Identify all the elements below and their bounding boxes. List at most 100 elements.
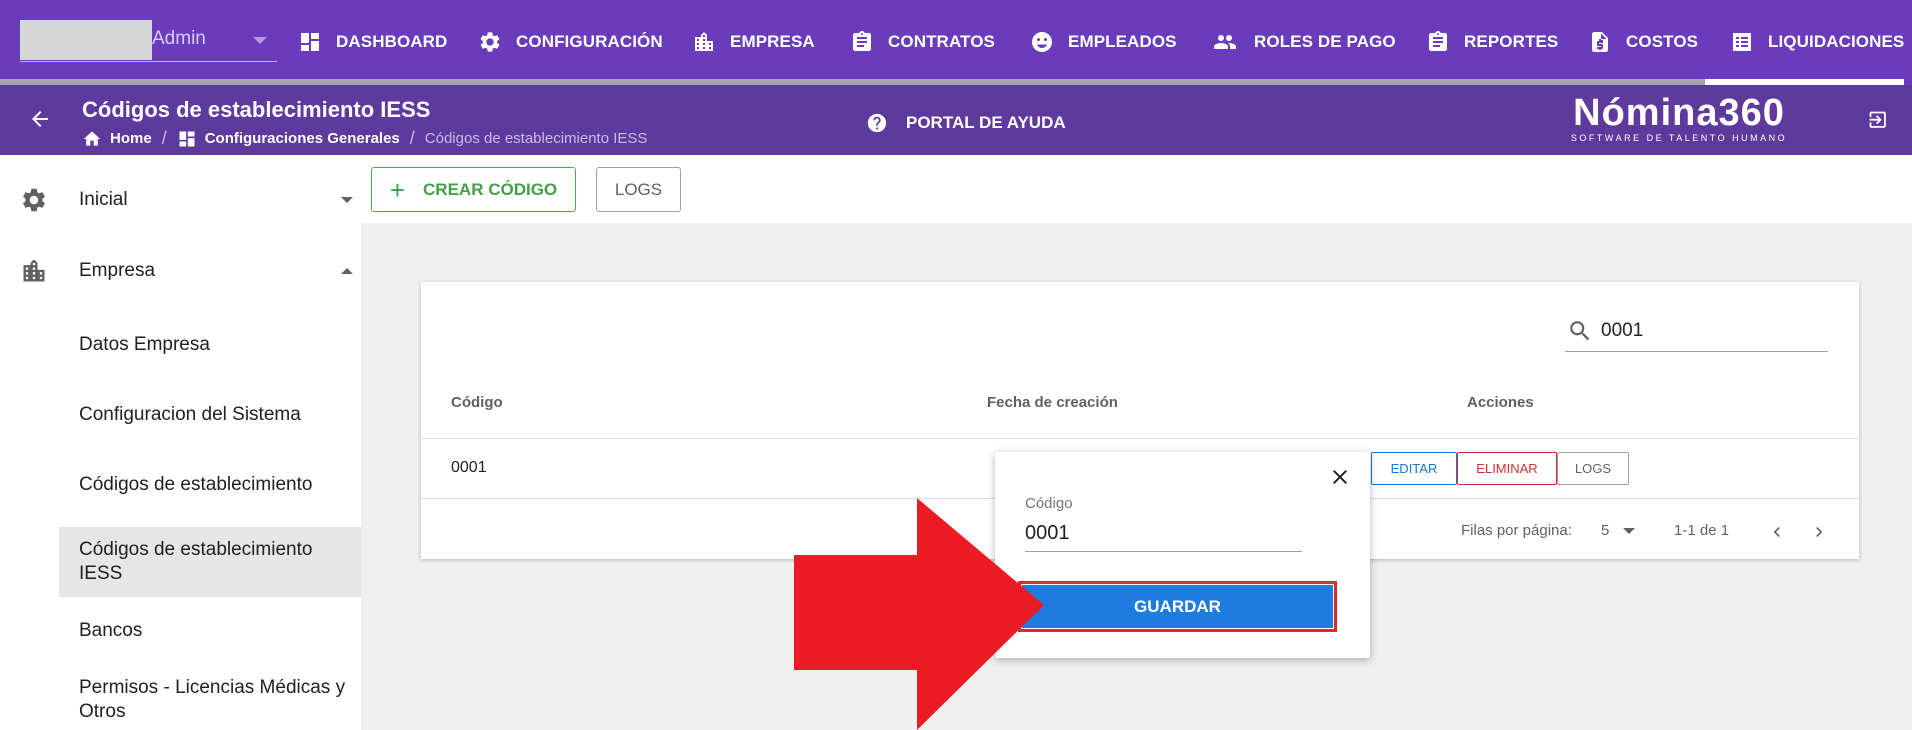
sidebar-item-label: Permisos - Licencias Médicas y Otros	[79, 677, 346, 722]
column-header-created[interactable]: Fecha de creación	[987, 394, 1118, 411]
sidebar-item-label: Configuracion del Sistema	[79, 404, 301, 425]
gear-icon	[23, 188, 45, 212]
cell-code: 0001	[451, 459, 487, 476]
nav-item-label: EMPRESA	[730, 32, 815, 51]
sidebar-group-inicial[interactable]: Inicial	[0, 172, 361, 228]
nav-item-label: DASHBOARD	[336, 32, 448, 51]
chevron-down-icon	[1623, 527, 1636, 534]
invoice-icon	[1592, 32, 1608, 52]
code-input[interactable]	[1025, 516, 1302, 552]
chevron-left-icon[interactable]	[1767, 522, 1787, 542]
column-header-code[interactable]: Código	[451, 394, 503, 411]
nav-item-label: REPORTES	[1464, 32, 1559, 51]
close-icon[interactable]	[1328, 465, 1352, 489]
sidebar-item-label: Datos Empresa	[79, 334, 210, 355]
nav-item-configuracion[interactable]: CONFIGURACIÓN	[478, 22, 663, 62]
nav-item-label: COSTOS	[1626, 32, 1699, 51]
help-label: PORTAL DE AYUDA	[906, 113, 1066, 132]
rows-per-page-select[interactable]: 5	[1601, 522, 1636, 539]
nav-item-label: EMPLEADOS	[1068, 32, 1177, 51]
gear-icon	[480, 32, 500, 52]
delete-label: ELIMINAR	[1476, 461, 1538, 476]
nav-item-label: CONFIGURACIÓN	[516, 32, 663, 51]
logo-text: Nómina360	[1573, 92, 1785, 134]
column-header-actions: Acciones	[1467, 394, 1534, 411]
nav-item-dashboard[interactable]: DASHBOARD	[298, 22, 447, 62]
edit-button[interactable]: EDITAR	[1371, 452, 1457, 485]
dashboard-icon	[301, 33, 319, 51]
sidebar-group-label: Inicial	[79, 189, 128, 210]
chevron-down-icon[interactable]	[253, 37, 267, 44]
user-avatar-redacted	[20, 20, 152, 60]
brand-logo: Nómina360 SOFTWARE DE TALENTO HUMANO	[1568, 93, 1790, 143]
search-icon	[1570, 320, 1590, 340]
toolbar: + CREAR CÓDIGO LOGS	[361, 155, 1912, 223]
breadcrumb-separator: /	[409, 128, 415, 148]
clipboard-icon	[1429, 31, 1447, 51]
building-icon	[695, 32, 713, 51]
red-arrow-annotation	[794, 498, 1044, 730]
breadcrumb: Home / Configuraciones Generales / Códig…	[82, 128, 647, 149]
nav-item-roles-de-pago[interactable]: ROLES DE PAGO	[1210, 22, 1396, 62]
nav-item-contratos[interactable]: CONTRATOS	[850, 22, 995, 62]
chevron-down-icon	[341, 197, 353, 203]
help-icon	[867, 113, 887, 133]
logs-label: LOGS	[614, 179, 663, 199]
sidebar-item-datos-empresa[interactable]: Datos Empresa	[59, 325, 361, 365]
create-code-label: CREAR CÓDIGO	[423, 179, 558, 199]
sidebar-item-label: Códigos de establecimiento	[79, 474, 313, 495]
save-label: GUARDAR	[1134, 596, 1221, 616]
top-navbar: Admin DASHBOARD CONFIGURACIÓN EMPRESA CO…	[0, 0, 1912, 85]
create-code-button[interactable]: + CREAR CÓDIGO	[371, 167, 576, 212]
list-icon	[1733, 33, 1751, 51]
nav-item-label: CONTRATOS	[888, 32, 995, 51]
edit-label: EDITAR	[1390, 461, 1438, 476]
nav-item-reportes[interactable]: REPORTES	[1426, 22, 1558, 62]
pagination-range: 1-1 de 1	[1674, 522, 1730, 539]
breadcrumb-parent[interactable]: Configuraciones Generales	[205, 130, 400, 147]
nav-item-costos[interactable]: COSTOS	[1588, 22, 1698, 62]
search-input[interactable]	[1601, 319, 1801, 342]
logs-button[interactable]: LOGS	[596, 167, 681, 212]
arrow-back-icon[interactable]	[28, 107, 52, 131]
search-field[interactable]	[1565, 310, 1828, 352]
sidebar-item-label: Bancos	[79, 620, 143, 641]
sidebar-item-bancos[interactable]: Bancos	[59, 611, 361, 651]
breadcrumb-separator: /	[161, 128, 167, 148]
logo-tagline: SOFTWARE DE TALENTO HUMANO	[1570, 133, 1788, 143]
rows-per-page-label: Filas por página:	[1461, 522, 1572, 539]
sidebar-item-permisos[interactable]: Permisos - Licencias Médicas y Otros	[59, 673, 361, 727]
sidebar-group-empresa[interactable]: Empresa	[0, 243, 361, 299]
home-icon	[83, 131, 101, 146]
sidebar: Inicial Empresa Datos Empresa Configurac…	[0, 155, 361, 730]
nav-item-liquidaciones[interactable]: LIQUIDACIONES	[1730, 22, 1904, 62]
sidebar-item-configuracion-sistema[interactable]: Configuracion del Sistema	[59, 395, 361, 435]
breadcrumb-current: Códigos de establecimiento IESS	[424, 130, 648, 147]
nav-item-empleados[interactable]: EMPLEADOS	[1030, 22, 1177, 62]
chevron-up-icon	[341, 268, 353, 274]
sidebar-item-codigos-establecimiento[interactable]: Códigos de establecimiento	[59, 465, 361, 505]
nav-item-label: LIQUIDACIONES	[1768, 32, 1905, 51]
people-icon	[1214, 35, 1236, 49]
clipboard-icon	[853, 31, 871, 51]
sidebar-item-codigos-establecimiento-iess[interactable]: Códigos de establecimiento IESS	[59, 527, 361, 597]
face-icon	[1032, 32, 1052, 52]
help-portal-link[interactable]: PORTAL DE AYUDA	[866, 112, 1066, 134]
chevron-right-icon[interactable]	[1809, 522, 1829, 542]
page-title: Códigos de establecimiento IESS	[82, 97, 431, 122]
user-selector[interactable]: Admin	[20, 20, 277, 62]
building-icon	[23, 259, 45, 282]
edit-code-popover: Código GUARDAR	[995, 452, 1370, 658]
sidebar-group-label: Empresa	[79, 260, 156, 281]
plus-icon: +	[389, 174, 406, 205]
save-button[interactable]: GUARDAR	[1022, 585, 1333, 628]
breadcrumb-home[interactable]: Home	[110, 130, 152, 147]
sidebar-item-label: Códigos de establecimiento IESS	[79, 539, 313, 584]
nav-item-label: ROLES DE PAGO	[1254, 32, 1396, 51]
row-logs-button[interactable]: LOGS	[1557, 452, 1629, 485]
delete-button[interactable]: ELIMINAR	[1457, 452, 1557, 485]
logout-icon[interactable]	[1866, 108, 1890, 132]
page-header: Códigos de establecimiento IESS Home / C…	[0, 85, 1912, 155]
user-name: Admin	[152, 28, 206, 49]
nav-item-empresa[interactable]: EMPRESA	[692, 22, 815, 62]
